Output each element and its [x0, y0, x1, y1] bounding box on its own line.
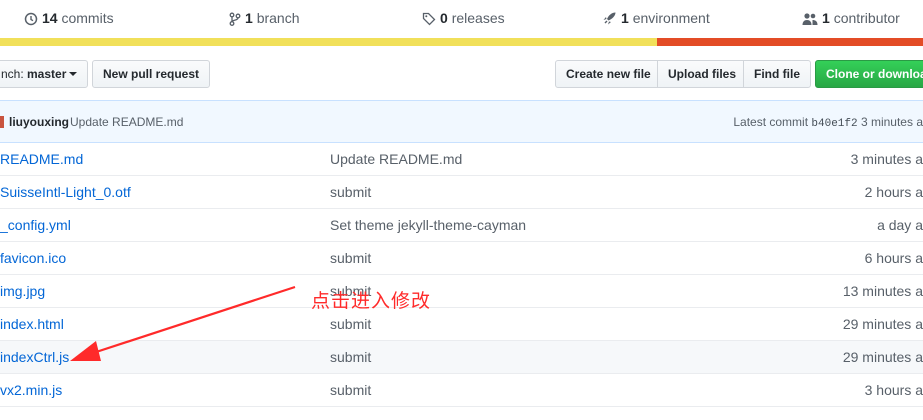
history-icon — [24, 12, 38, 26]
file-commit-message[interactable]: Update README.md — [330, 151, 462, 167]
file-commit-age: 13 minutes a — [842, 283, 923, 299]
dropdown-caret-icon — [69, 72, 78, 76]
annotation-text: 点击进入修改 — [311, 290, 432, 312]
commits-count: 14 — [42, 10, 58, 26]
commits-stat[interactable]: 14 commits — [24, 10, 114, 26]
branch-select-label: nch: — [1, 67, 28, 81]
file-name-link[interactable]: favicon.ico — [0, 250, 66, 266]
file-commit-age: 29 minutes a — [842, 349, 923, 365]
file-commit-age: 3 minutes a — [850, 151, 923, 167]
file-name-link[interactable]: _config.yml — [0, 217, 71, 233]
branch-select-button[interactable]: nch: master — [0, 60, 89, 88]
repo-summary: 14 commits 1 branch 0 releases 1 environ… — [0, 0, 923, 38]
branch-name: master — [27, 67, 67, 81]
branches-count: 1 — [245, 10, 253, 26]
environments-count: 1 — [621, 10, 629, 26]
file-commit-message[interactable]: submit — [330, 250, 371, 266]
find-file-button[interactable]: Find file — [743, 60, 811, 88]
new-pull-request-button[interactable]: New pull request — [92, 60, 211, 88]
file-name-link[interactable]: img.jpg — [0, 283, 45, 299]
upload-files-button[interactable]: Upload files — [657, 60, 748, 88]
branches-stat[interactable]: 1 branch — [229, 10, 300, 26]
file-list: README.md Update README.md 3 minutes a Suis… — [0, 143, 923, 407]
file-row: img.jpg submit 13 minutes a — [0, 275, 923, 308]
rocket-icon — [603, 12, 616, 25]
contributors-stat[interactable]: 1 contributor — [802, 10, 900, 26]
file-commit-age: 2 hours a — [864, 184, 923, 200]
file-commit-age: 3 hours a — [864, 382, 923, 398]
file-commit-age: 29 minutes a — [842, 316, 923, 332]
file-commit-age: 6 hours a — [864, 250, 923, 266]
avatar[interactable] — [0, 116, 4, 128]
file-row: README.md Update README.md 3 minutes a — [0, 143, 923, 176]
file-commit-message[interactable]: submit — [330, 316, 371, 332]
file-name-link[interactable]: SuisseIntl-Light_0.otf — [0, 184, 131, 200]
commit-age: 3 minutes a — [860, 115, 923, 129]
file-commit-message[interactable]: submit — [330, 184, 371, 200]
file-name-link[interactable]: vx2.min.js — [0, 382, 62, 398]
latest-commit-label: Latest commit — [733, 115, 809, 129]
file-name-link[interactable]: indexCtrl.js — [0, 349, 69, 365]
file-row: _config.yml Set theme jekyll-theme-cayman… — [0, 209, 923, 242]
file-commit-message[interactable]: Set theme jekyll-theme-cayman — [330, 217, 526, 233]
language-bar-segment[interactable] — [0, 38, 658, 46]
commit-tease: liuyouxing Update README.md Latest commi… — [0, 100, 923, 143]
commit-message[interactable]: Update README.md — [70, 115, 183, 129]
file-row: indexCtrl.js submit 29 minutes a — [0, 341, 923, 374]
file-row: SuisseIntl-Light_0.otf submit 2 hours a — [0, 176, 923, 209]
releases-count: 0 — [440, 10, 448, 26]
tag-icon — [422, 12, 436, 26]
file-name-link[interactable]: README.md — [0, 151, 83, 167]
releases-label: releases — [451, 10, 505, 26]
commit-sha[interactable]: b40e1f2 — [811, 118, 857, 130]
file-commit-age: a day a — [877, 217, 923, 233]
file-row: index.html submit 29 minutes a — [0, 308, 923, 341]
clone-or-download-button[interactable]: Clone or download — [815, 60, 923, 88]
contributors-count: 1 — [822, 10, 830, 26]
file-commit-message[interactable]: submit — [330, 382, 371, 398]
people-icon — [802, 13, 818, 25]
branch-icon — [229, 12, 241, 26]
file-name-link[interactable]: index.html — [0, 316, 64, 332]
file-row: vx2.min.js submit 3 hours a — [0, 374, 923, 407]
language-bar-segment[interactable] — [657, 38, 923, 46]
file-navigation: nch: master New pull request Create new … — [0, 60, 923, 92]
create-new-file-button[interactable]: Create new file — [555, 60, 662, 88]
environments-stat[interactable]: 1 environment — [602, 10, 710, 26]
environments-label: environment — [632, 10, 710, 26]
branches-label: branch — [256, 10, 300, 26]
latest-commit-info: Latest commit b40e1f2 3 minutes a — [733, 115, 923, 130]
language-bar[interactable] — [0, 38, 923, 46]
releases-stat[interactable]: 0 releases — [422, 10, 505, 26]
commit-author[interactable]: liuyouxing — [9, 115, 69, 129]
contributors-label: contributor — [833, 10, 900, 26]
file-row: favicon.ico submit 6 hours a — [0, 242, 923, 275]
commits-label: commits — [61, 10, 114, 26]
file-commit-message[interactable]: submit — [330, 349, 371, 365]
